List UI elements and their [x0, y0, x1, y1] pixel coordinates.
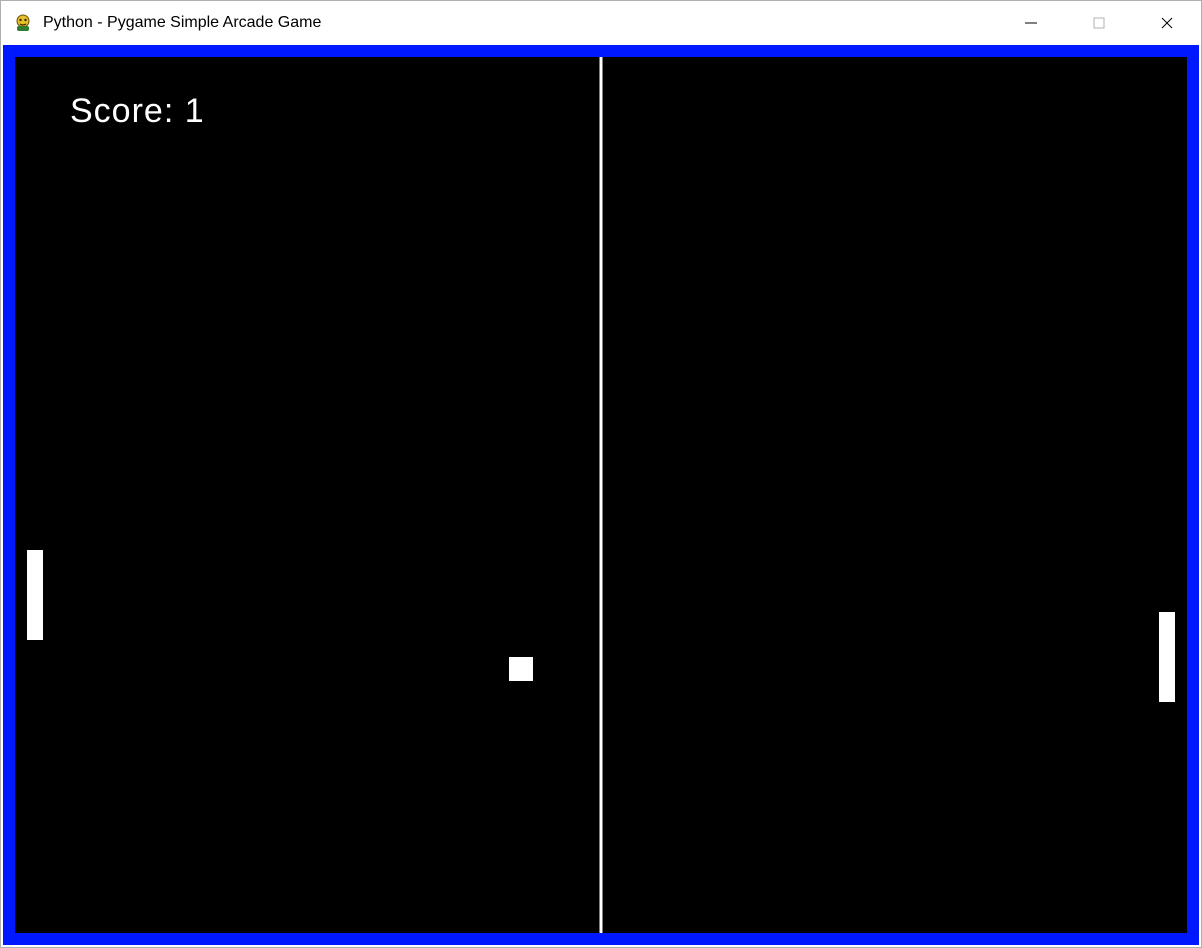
window-title: Python - Pygame Simple Arcade Game	[43, 14, 321, 32]
paddle-left[interactable]	[27, 550, 43, 640]
game-canvas[interactable]: Score: 1	[15, 57, 1187, 933]
maximize-button[interactable]	[1065, 1, 1133, 45]
title-bar: Python - Pygame Simple Arcade Game	[1, 1, 1201, 45]
score-display: Score: 1	[70, 92, 205, 131]
center-line	[600, 57, 603, 933]
app-icon	[11, 11, 35, 35]
score-label: Score:	[70, 92, 174, 130]
client-area: Score: 1	[1, 45, 1201, 947]
close-button[interactable]	[1133, 1, 1201, 45]
minimize-button[interactable]	[997, 1, 1065, 45]
ball	[509, 657, 533, 681]
game-frame: Score: 1	[3, 45, 1199, 945]
paddle-right[interactable]	[1159, 612, 1175, 702]
score-value: 1	[185, 92, 205, 130]
window-controls	[997, 1, 1201, 45]
